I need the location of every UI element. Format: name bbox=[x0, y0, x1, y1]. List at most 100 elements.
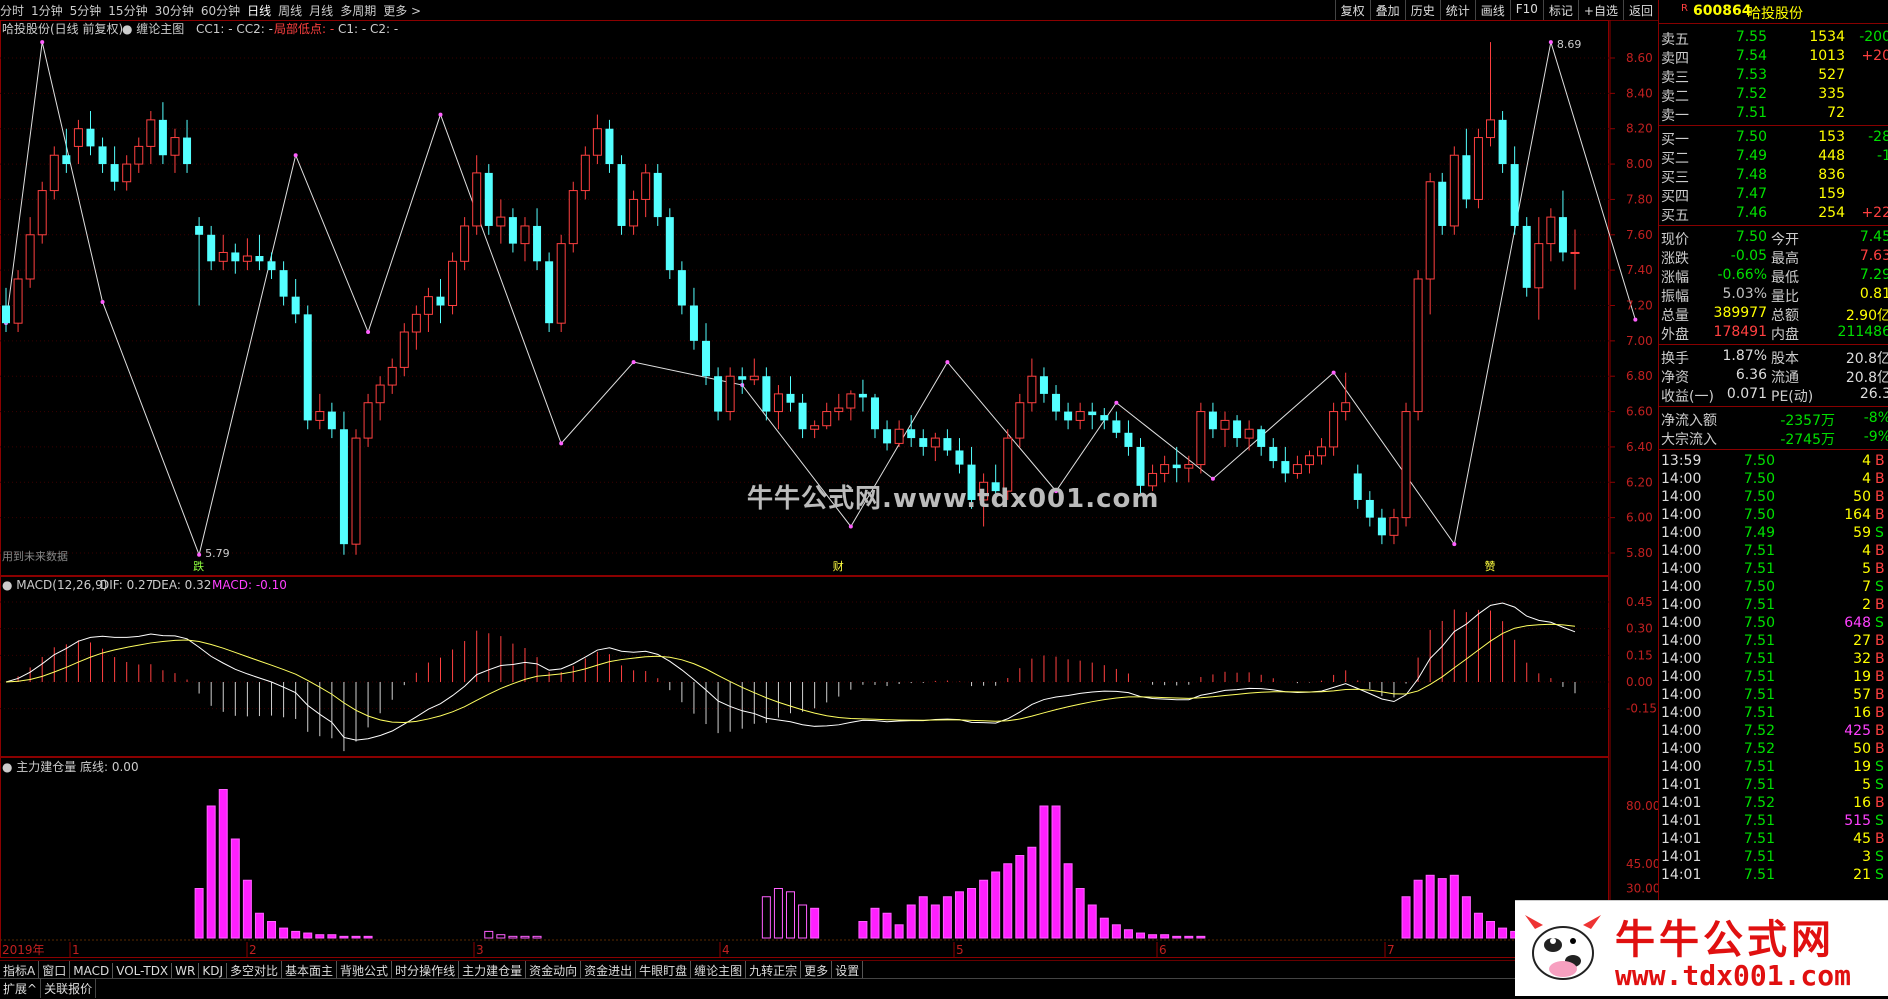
toolbar-button-5[interactable]: F10 bbox=[1509, 0, 1543, 20]
toolbar-button-6[interactable]: 标记 bbox=[1542, 0, 1578, 20]
stat-label: 换手 bbox=[1661, 351, 1689, 367]
period-tab-1[interactable]: 1分钟 bbox=[31, 4, 63, 18]
bottom-bar-item-0[interactable]: 扩展^ bbox=[0, 979, 42, 998]
flow-row: 净流入额 -2357万 -8% bbox=[1659, 409, 1888, 429]
period-tab-6[interactable]: 日线 bbox=[247, 4, 271, 18]
candle bbox=[183, 119, 192, 173]
candle-body bbox=[1401, 411, 1411, 519]
candle-body bbox=[146, 119, 156, 147]
tick-side: B bbox=[1875, 669, 1885, 685]
volume-bar bbox=[508, 935, 518, 939]
zigzag-point bbox=[1633, 317, 1638, 322]
candle bbox=[303, 305, 312, 430]
candle-body bbox=[1112, 420, 1121, 433]
stat-value: -0.66% bbox=[1717, 267, 1767, 283]
candle-body bbox=[1341, 402, 1351, 413]
period-tab-8[interactable]: 月线 bbox=[309, 4, 333, 18]
candle-body bbox=[1486, 119, 1496, 139]
volume-bar bbox=[1015, 855, 1025, 939]
stat-label: 净资 bbox=[1661, 370, 1689, 386]
indicator-tab-5[interactable]: KDJ bbox=[199, 963, 228, 979]
period-tab-3[interactable]: 15分钟 bbox=[108, 4, 147, 18]
candle bbox=[1100, 408, 1109, 430]
candle bbox=[545, 252, 554, 333]
tick-time: 14:00 bbox=[1661, 489, 1702, 505]
stat-row: 收益(一) 0.071 PE(动) 26.3 bbox=[1659, 385, 1888, 405]
volume-bar bbox=[1148, 934, 1158, 939]
tick-time: 14:01 bbox=[1661, 795, 1702, 811]
volume-bar bbox=[339, 935, 349, 939]
y-tick-label: 5.80 bbox=[1626, 546, 1653, 560]
period-tab-5[interactable]: 60分钟 bbox=[201, 4, 240, 18]
candle-body bbox=[315, 411, 325, 421]
indicator-tabs: 指标A 窗口 MACD VOL-TDX WR KDJ 多空对比 基本面主 背驰公式 时分操作线 主力… bbox=[0, 960, 1658, 980]
future-data-note: 用到未来数据 bbox=[2, 549, 68, 563]
volume-y-label: 30.00 bbox=[1626, 882, 1658, 896]
tick-time: 14:00 bbox=[1661, 705, 1702, 721]
volume-bar bbox=[1075, 888, 1085, 939]
volume-bar bbox=[230, 838, 240, 939]
toolbar-button-1[interactable]: 叠加 bbox=[1369, 0, 1405, 20]
toolbar-button-4[interactable]: 画线 bbox=[1474, 0, 1510, 20]
period-tab-9[interactable]: 多周期 bbox=[340, 4, 376, 18]
stat-label: 流通 bbox=[1771, 370, 1799, 386]
signal-mark: 跌 bbox=[193, 559, 204, 573]
tick-time: 14:00 bbox=[1661, 561, 1702, 577]
stat-value: 26.3 bbox=[1859, 386, 1888, 402]
candle bbox=[158, 102, 167, 165]
candle bbox=[267, 252, 276, 279]
candle bbox=[436, 278, 445, 324]
bottom-bar-item-1[interactable]: 关联报价 bbox=[41, 979, 97, 998]
period-tab-4[interactable]: 30分钟 bbox=[155, 4, 194, 18]
indicator-tab-2[interactable]: MACD bbox=[70, 963, 114, 979]
flow-value: -2745万 bbox=[1780, 432, 1835, 448]
bid-volume: 254 bbox=[1818, 205, 1845, 221]
tick-price: 7.50 bbox=[1743, 471, 1775, 487]
tick-volume: 50 bbox=[1853, 741, 1871, 757]
tick-time: 14:00 bbox=[1661, 759, 1702, 775]
period-tab-7[interactable]: 周线 bbox=[278, 4, 302, 18]
volume-bar bbox=[194, 888, 204, 939]
toolbar-button-2[interactable]: 历史 bbox=[1404, 0, 1440, 20]
candle bbox=[641, 164, 651, 218]
candle bbox=[955, 438, 964, 474]
x-axis-label: 3 bbox=[476, 943, 484, 957]
period-tab-2[interactable]: 5分钟 bbox=[70, 4, 102, 18]
candle bbox=[242, 238, 252, 271]
candle bbox=[1329, 402, 1339, 456]
candle bbox=[725, 367, 735, 421]
volume-bar bbox=[761, 896, 771, 939]
candle-body bbox=[653, 172, 662, 218]
toolbar-button-3[interactable]: 统计 bbox=[1439, 0, 1475, 20]
toolbar-button-0[interactable]: 复权 bbox=[1334, 0, 1370, 20]
candle bbox=[894, 420, 904, 447]
toolbar-button-8[interactable]: 返回 bbox=[1622, 0, 1658, 20]
tick-side: B bbox=[1875, 687, 1885, 703]
tick-side: S bbox=[1875, 849, 1884, 865]
candle bbox=[448, 252, 458, 315]
candle-body bbox=[231, 252, 240, 262]
indicator-tab-4[interactable]: WR bbox=[172, 963, 200, 979]
candle bbox=[327, 402, 336, 439]
candle bbox=[689, 287, 698, 350]
toolbar-button-7[interactable]: +自选 bbox=[1577, 0, 1623, 20]
toolbar-buttons: 复权 叠加 历史 统计 画线 F10 标记 +自选 返回 bbox=[1334, 0, 1658, 20]
stat-label: 外盘 bbox=[1661, 327, 1689, 343]
candle-body bbox=[86, 128, 95, 147]
candle bbox=[568, 181, 578, 253]
period-tab-0[interactable]: 分时 bbox=[0, 4, 24, 18]
candle-body bbox=[714, 376, 723, 412]
candle-body bbox=[423, 296, 433, 315]
candle bbox=[870, 393, 879, 439]
tick-row: 14:00 7.51 57 B bbox=[1659, 686, 1888, 705]
tick-volume: 32 bbox=[1853, 651, 1871, 667]
indicator-tab-3[interactable]: VOL-TDX bbox=[113, 963, 173, 979]
tick-row: 14:00 7.50 50 B bbox=[1659, 488, 1888, 507]
candle bbox=[1184, 455, 1194, 483]
candle-body bbox=[919, 438, 928, 447]
volume-bar bbox=[267, 921, 277, 939]
candle bbox=[508, 208, 517, 253]
period-tab-10[interactable]: 更多 > bbox=[383, 4, 421, 18]
candle-body bbox=[1304, 455, 1314, 466]
candle bbox=[387, 358, 397, 394]
